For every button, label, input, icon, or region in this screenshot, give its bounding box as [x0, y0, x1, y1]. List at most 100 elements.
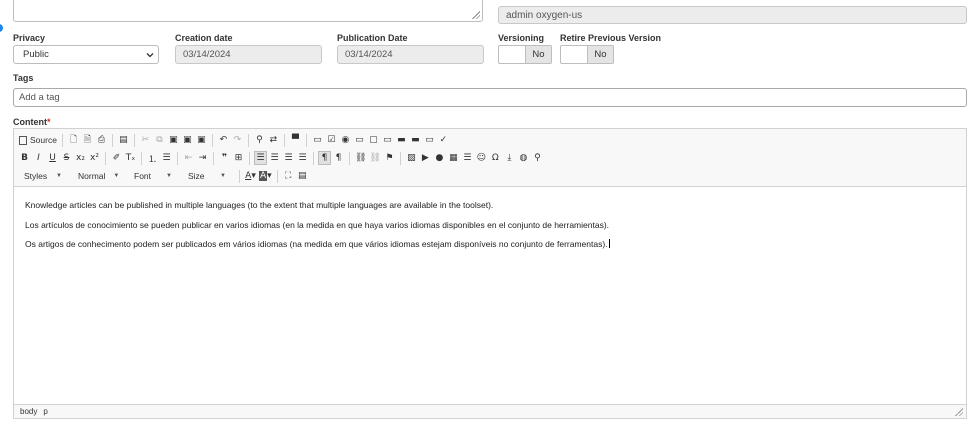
special-char-button[interactable]: Ω	[489, 151, 502, 165]
bold-button[interactable]: B	[18, 151, 31, 165]
size-dropdown[interactable]: Size ▼	[182, 169, 232, 183]
toolbar-separator	[247, 133, 249, 147]
subscript-button[interactable]: x₂	[74, 151, 87, 165]
checkbox-button[interactable]: ☑	[325, 133, 338, 147]
privacy-select[interactable]: Public	[13, 45, 159, 64]
retire-previous-toggle[interactable]: No	[560, 45, 614, 64]
bulleted-list-button[interactable]: ☰	[160, 151, 173, 165]
copy-button[interactable]: ⧉	[153, 133, 166, 147]
hiddenfield-button[interactable]: ▭	[423, 133, 436, 147]
strikethrough-button[interactable]: S	[60, 151, 73, 165]
toolbar-separator	[239, 169, 240, 183]
link-button[interactable]: ⛓	[354, 151, 367, 165]
editor-content[interactable]: Knowledge articles can be published in m…	[14, 188, 966, 405]
smiley-button[interactable]: ☺	[475, 151, 488, 165]
cut-button[interactable]: ✂	[139, 133, 152, 147]
publication-date-label: Publication Date	[337, 33, 408, 43]
div-button[interactable]: ⊞	[232, 151, 245, 165]
content-paragraph-pt-text: Os artigos de conhecimento podem ser pub…	[25, 239, 608, 249]
content-paragraph-pt: Os artigos de conhecimento podem ser pub…	[25, 239, 955, 249]
ltr-button[interactable]: ¶	[318, 151, 331, 165]
align-center-button[interactable]: ☰	[268, 151, 281, 165]
paste-word-button[interactable]: ▣	[195, 133, 208, 147]
unlink-button[interactable]: ⛓	[368, 151, 381, 165]
bg-color-button[interactable]: A ▾	[258, 169, 273, 183]
align-left-button[interactable]: ☰	[254, 151, 267, 165]
outdent-button[interactable]: ⇤	[182, 151, 195, 165]
left-rail	[0, 0, 3, 426]
form-button[interactable]: ▭	[311, 133, 324, 147]
numbered-list-button[interactable]: ⒈	[146, 151, 159, 165]
spellcheck-button[interactable]: ✓	[437, 133, 450, 147]
source-label: Source	[30, 135, 57, 145]
flash-button[interactable]: ●	[433, 151, 446, 165]
remove-format-button[interactable]: Tₓ	[124, 151, 137, 165]
print-button[interactable]: ⎙	[95, 133, 108, 147]
textarea-button[interactable]: ▢	[367, 133, 380, 147]
superscript-button[interactable]: x²	[88, 151, 101, 165]
paste-text-button[interactable]: ▣	[181, 133, 194, 147]
resize-grip-icon[interactable]	[472, 11, 480, 19]
chevron-down-icon: ▼	[56, 173, 62, 179]
image-button[interactable]: ▨	[405, 151, 418, 165]
copy-format-button[interactable]: ✐	[110, 151, 123, 165]
resize-grip-icon[interactable]	[955, 408, 963, 416]
italic-button[interactable]: I	[32, 151, 45, 165]
blockquote-button[interactable]: ❞	[218, 151, 231, 165]
toolbar-separator	[111, 133, 113, 147]
font-dropdown[interactable]: Font ▼	[128, 169, 178, 183]
select-all-button[interactable]: ▀	[289, 133, 302, 147]
tag-input[interactable]: Add a tag	[13, 88, 967, 107]
replace-button[interactable]: ⇄	[267, 133, 280, 147]
editor-statusbar: body p	[14, 404, 966, 418]
align-right-button[interactable]: ☰	[282, 151, 295, 165]
preview-button[interactable]: 🗎	[81, 133, 94, 147]
page-break-button[interactable]: ⤓	[503, 151, 516, 165]
content-paragraph-es: Los artículos de conocimiento se pueden …	[25, 219, 610, 230]
redo-button[interactable]: ↷	[231, 133, 244, 147]
format-dropdown[interactable]: Normal ▼	[72, 169, 124, 183]
styles-dropdown[interactable]: Styles ▼	[18, 169, 68, 183]
sitemap-button[interactable]: ⚲	[531, 151, 544, 165]
toolbar-separator	[249, 151, 250, 165]
show-blocks-button[interactable]: ▤	[296, 169, 309, 183]
versioning-label: Versioning	[498, 33, 545, 43]
video-button[interactable]: ▶	[419, 151, 432, 165]
underline-button[interactable]: U	[46, 151, 59, 165]
text-color-icon: A	[245, 171, 252, 181]
button-button[interactable]: ▬	[395, 133, 408, 147]
find-button[interactable]: ⚲	[253, 133, 266, 147]
table-button[interactable]: ▦	[447, 151, 460, 165]
path-body[interactable]: body	[20, 407, 37, 416]
author-field: admin oxygen-us	[498, 6, 967, 24]
textfield-button[interactable]: ▭	[353, 133, 366, 147]
toolbar-separator	[105, 151, 106, 165]
select-button[interactable]: ▭	[381, 133, 394, 147]
anchor-button[interactable]: ⚑	[383, 151, 396, 165]
toolbar-separator	[141, 151, 142, 165]
imagebutton-button[interactable]: ▬	[409, 133, 422, 147]
retire-previous-label: Retire Previous Version	[560, 33, 662, 43]
versioning-toggle[interactable]: No	[498, 45, 552, 64]
justify-button[interactable]: ☰	[296, 151, 309, 165]
undo-button[interactable]: ↶	[217, 133, 230, 147]
iframe-button[interactable]: ◍	[517, 151, 530, 165]
chevron-down-icon: ▼	[220, 173, 226, 179]
step-indicator	[0, 24, 3, 32]
retire-previous-toggle-state: No	[587, 46, 613, 63]
new-page-button[interactable]: 🗋	[67, 133, 80, 147]
source-icon	[19, 135, 27, 145]
indent-button[interactable]: ⇥	[196, 151, 209, 165]
templates-button[interactable]: ▤	[117, 133, 130, 147]
description-textarea[interactable]	[13, 0, 483, 22]
chevron-down-icon: ▼	[113, 173, 120, 179]
rtl-button[interactable]: ¶	[332, 151, 345, 165]
text-color-button[interactable]: A ▾	[244, 169, 257, 183]
horizontal-rule-button[interactable]: ☰	[461, 151, 474, 165]
source-button[interactable]: Source	[18, 133, 58, 147]
radio-button[interactable]: ◉	[339, 133, 352, 147]
paste-button[interactable]: ▣	[167, 133, 180, 147]
maximize-button[interactable]: ⛶	[282, 169, 295, 183]
path-p[interactable]: p	[43, 407, 47, 416]
toolbar-separator	[61, 133, 63, 147]
